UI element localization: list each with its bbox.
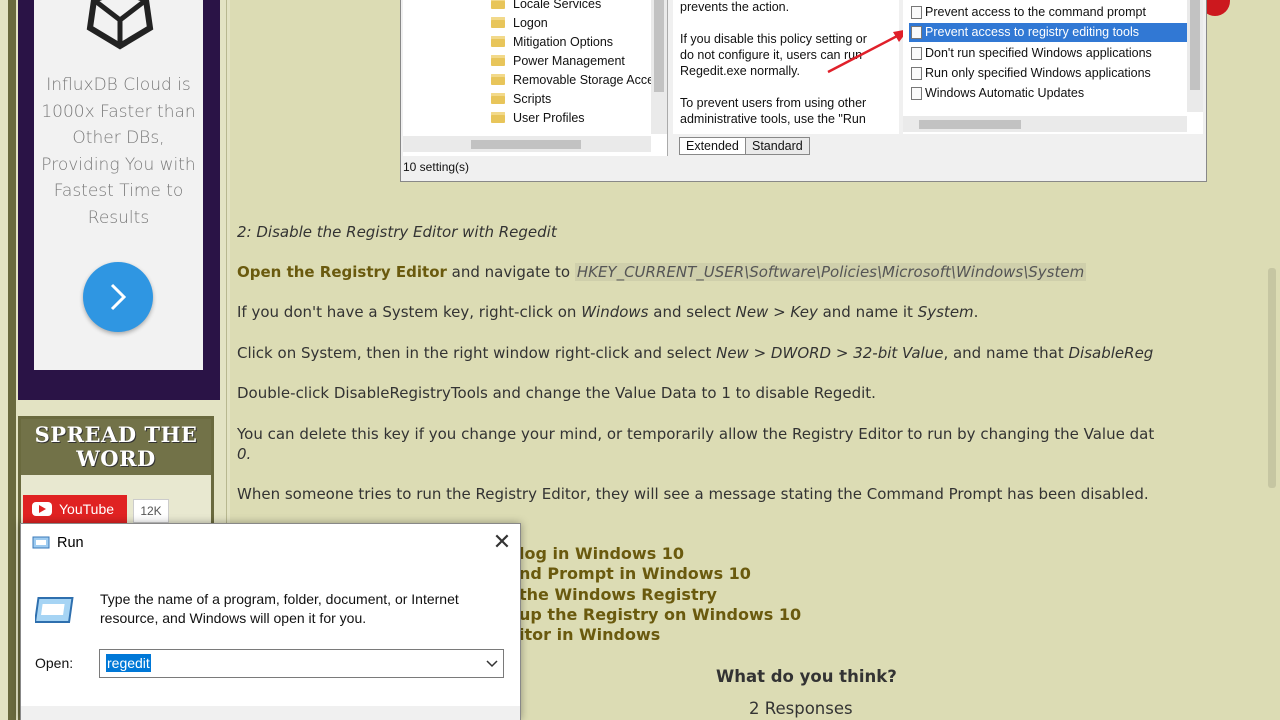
gpedit-settings-list: Prevent access to the command prompt Pre… xyxy=(903,0,1203,134)
folder-icon xyxy=(491,17,505,28)
youtube-label: YouTube xyxy=(59,501,115,517)
ad-go-button[interactable] xyxy=(83,262,153,332)
gpedit-description-pane: prevents the action. If you disable this… xyxy=(673,0,909,134)
folder-icon xyxy=(491,93,505,104)
page-scrollbar[interactable] xyxy=(1268,268,1276,488)
ad-card[interactable]: InfluxDB Cloud is 1000x Faster than Othe… xyxy=(34,0,203,370)
paragraph-double-click: Double-click DisableRegistryTools and ch… xyxy=(237,384,876,402)
settings-horizontal-scrollbar[interactable] xyxy=(903,116,1187,132)
gpedit-status-bar: 10 setting(s) xyxy=(403,160,470,174)
run-dialog-title: Run xyxy=(57,535,84,551)
paragraph-when: When someone tries to run the Registry E… xyxy=(237,485,1149,503)
open-input-value[interactable]: regedit xyxy=(106,654,151,672)
policy-doc-icon xyxy=(911,67,922,80)
paragraph-click-system: Click on System, then in the right windo… xyxy=(237,344,1154,362)
settings-vertical-scrollbar[interactable] xyxy=(1187,0,1203,112)
tree-item: Scripts xyxy=(491,90,551,109)
setting-row[interactable]: Don't run specified Windows applications xyxy=(909,44,1187,63)
registry-path: HKEY_CURRENT_USER\Software\Policies\Micr… xyxy=(574,263,1087,281)
related-link[interactable]: the Windows Registry xyxy=(519,585,801,605)
tab-extended[interactable]: Extended xyxy=(679,137,746,155)
policy-doc-icon xyxy=(911,47,922,60)
responses-count: 2 Responses xyxy=(749,699,853,718)
related-link[interactable]: nd Prompt in Windows 10 xyxy=(519,564,801,584)
gpedit-tree-pane: Locale Services Logon Mitigation Options… xyxy=(403,0,668,156)
tree-item: Removable Storage Acce xyxy=(491,71,654,90)
close-icon[interactable]: ✕ xyxy=(487,528,517,556)
run-description: Type the name of a program, folder, docu… xyxy=(100,591,459,626)
run-icon xyxy=(32,536,50,549)
folder-icon xyxy=(491,36,505,47)
run-dialog: Run ✕ Type the name of a program, folder… xyxy=(20,523,521,720)
tab-standard[interactable]: Standard xyxy=(745,137,810,155)
policy-doc-icon xyxy=(911,87,922,100)
open-editor-link[interactable]: Open the Registry Editor xyxy=(237,263,447,281)
paragraph-open-editor: Open the Registry Editor and navigate to… xyxy=(237,263,1087,281)
chevron-down-icon[interactable] xyxy=(485,655,499,671)
ad-text: InfluxDB Cloud is 1000x Faster than Othe… xyxy=(41,75,196,228)
open-label: Open: xyxy=(35,655,74,671)
open-input[interactable]: regedit xyxy=(99,649,504,678)
related-links: log in Windows 10 nd Prompt in Windows 1… xyxy=(519,544,801,645)
setting-row[interactable]: Windows Automatic Updates xyxy=(909,84,1187,103)
related-link[interactable]: up the Registry on Windows 10 xyxy=(519,605,801,625)
tree-horizontal-scrollbar[interactable] xyxy=(403,136,651,152)
youtube-icon xyxy=(32,502,52,516)
setting-row[interactable]: Run only specified Windows applications xyxy=(909,64,1187,83)
youtube-count: 12K xyxy=(133,499,169,523)
red-arrow-annotation xyxy=(827,29,909,74)
folder-icon xyxy=(491,0,505,9)
tree-item: User Profiles xyxy=(491,109,585,128)
run-dialog-body: Type the name of a program, folder, docu… xyxy=(21,564,520,720)
setting-row[interactable]: Prevent access to the command prompt xyxy=(909,3,1187,22)
youtube-subscribe-button[interactable]: YouTube xyxy=(23,495,127,523)
paragraph-delete: You can delete this key if you change yo… xyxy=(237,425,1155,443)
run-dialog-footer xyxy=(21,706,520,720)
folder-icon xyxy=(491,112,505,123)
folder-icon xyxy=(491,55,505,66)
spread-title: SPREAD THE WORD xyxy=(21,419,211,475)
gpedit-screenshot: Locale Services Logon Mitigation Options… xyxy=(400,0,1207,182)
tree-item: Power Management xyxy=(491,52,625,71)
run-program-icon xyxy=(35,597,74,623)
related-link[interactable]: itor in Windows xyxy=(519,625,801,645)
paragraph-delete-end: 0. xyxy=(237,445,252,463)
chevron-right-icon xyxy=(110,283,127,311)
step-heading: 2: Disable the Registry Editor with Rege… xyxy=(237,223,557,241)
folder-icon xyxy=(491,74,505,85)
polyhedron-icon xyxy=(86,0,154,50)
policy-doc-icon xyxy=(911,6,922,19)
tree-item: Logon xyxy=(491,14,548,33)
setting-row-selected[interactable]: Prevent access to registry editing tools xyxy=(909,23,1187,42)
sidebar-border xyxy=(8,0,16,720)
related-link[interactable]: log in Windows 10 xyxy=(519,544,801,564)
tree-vertical-scrollbar[interactable] xyxy=(651,0,667,134)
comments-heading: What do you think? xyxy=(716,667,897,686)
policy-doc-icon xyxy=(911,26,922,39)
tree-item: Locale Services xyxy=(491,0,601,14)
paragraph-system-key: If you don't have a System key, right-cl… xyxy=(237,303,979,321)
tree-item: Mitigation Options xyxy=(491,33,613,52)
